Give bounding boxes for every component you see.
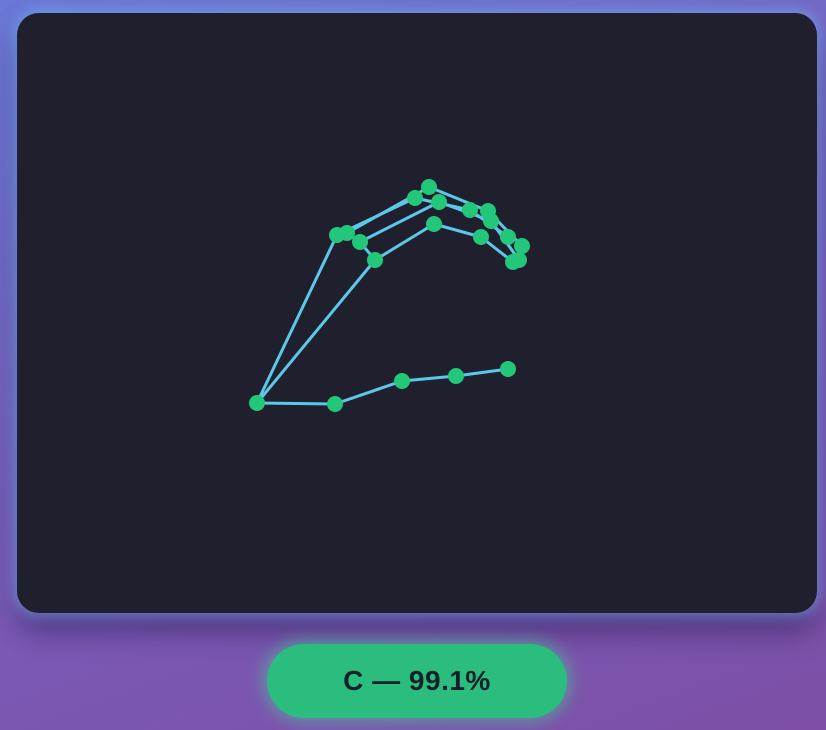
hand-landmark-8 [500, 229, 516, 245]
hand-landmark-13 [352, 234, 368, 250]
hand-landmark-0 [249, 395, 265, 411]
hand-bone-2-3 [400, 374, 458, 383]
prediction-label: C — 99.1% [343, 665, 491, 696]
prediction-badge: C — 99.1% [267, 644, 567, 718]
hand-landmark-1 [327, 396, 343, 412]
hand-bone-0-1 [255, 401, 337, 406]
hand-landmark-14 [431, 194, 447, 210]
hand-landmark-4 [500, 361, 516, 377]
hand-landmark-2 [394, 373, 410, 389]
hand-tracking-canvas [17, 13, 817, 613]
hand-landmark-9 [339, 225, 355, 241]
hand-landmark-20 [505, 254, 521, 270]
hand-skeleton [249, 179, 530, 412]
hand-landmark-7 [462, 202, 478, 218]
hand-landmark-15 [483, 213, 499, 229]
hand-landmark-19 [473, 229, 489, 245]
hand-landmark-6 [407, 190, 423, 206]
hand-landmark-3 [448, 368, 464, 384]
hand-landmark-18 [426, 216, 442, 232]
hand-bone-1-2 [333, 379, 404, 406]
hand-landmark-17 [367, 252, 383, 268]
hand-landmark-12 [514, 238, 530, 254]
hand-landmark-10 [421, 179, 437, 195]
